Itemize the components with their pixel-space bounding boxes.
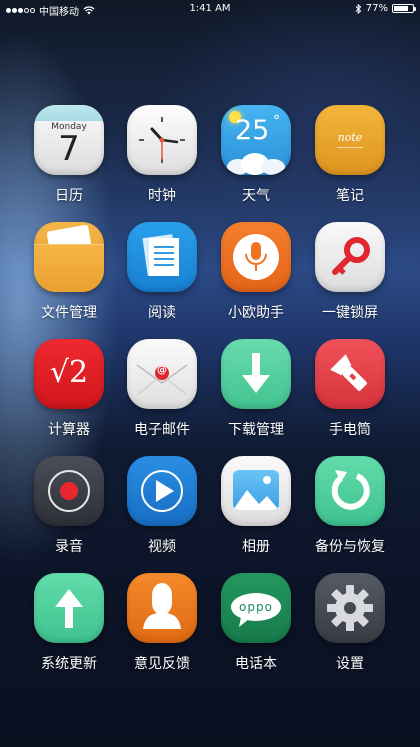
app-label: 小欧助手	[228, 305, 284, 321]
restore-icon	[315, 456, 385, 526]
play-icon	[127, 456, 197, 526]
app-calendar[interactable]: Monday 7 日历	[24, 105, 114, 205]
app-weather[interactable]: 25 ° 天气	[211, 105, 301, 205]
weather-icon: 25 °	[221, 105, 291, 175]
download-arrow-icon	[221, 339, 291, 409]
status-bar: 中国移动 1:41 AM 77%	[0, 0, 420, 18]
app-label: 计算器	[48, 422, 90, 438]
battery-icon	[392, 4, 416, 13]
app-label: 电子邮件	[134, 422, 190, 438]
dialer-brand: oppo	[239, 600, 273, 614]
weather-temperature: 25	[235, 115, 270, 146]
microphone-icon	[221, 222, 291, 292]
app-label: 意见反馈	[134, 656, 190, 672]
calendar-icon: Monday 7	[34, 105, 104, 175]
speech-bubble-icon: oppo	[221, 573, 291, 643]
update-arrow-icon	[34, 573, 104, 643]
calculator-icon: √2	[34, 339, 104, 409]
app-video[interactable]: 视频	[117, 456, 207, 556]
person-icon	[127, 573, 197, 643]
record-icon	[34, 456, 104, 526]
app-notes[interactable]: note 笔记	[305, 105, 395, 205]
app-gallery[interactable]: 相册	[211, 456, 301, 556]
app-label: 文件管理	[41, 305, 97, 321]
battery-percent: 77%	[365, 3, 388, 14]
app-download-manager[interactable]: 下载管理	[211, 339, 301, 439]
calendar-date: 7	[58, 129, 80, 169]
app-flashlight[interactable]: 手电筒	[305, 339, 395, 439]
app-feedback[interactable]: 意见反馈	[117, 573, 207, 673]
app-label: 笔记	[336, 188, 364, 204]
envelope-icon: @	[127, 339, 197, 409]
reader-icon	[127, 222, 197, 292]
gear-icon	[315, 573, 385, 643]
app-label: 一键锁屏	[322, 305, 378, 321]
folder-icon	[34, 222, 104, 292]
app-label: 日历	[55, 188, 83, 204]
app-settings[interactable]: 设置	[305, 573, 395, 673]
app-contacts[interactable]: oppo 电话本	[211, 573, 301, 673]
app-label: 视频	[148, 539, 176, 555]
notes-script: note	[337, 131, 363, 144]
app-label: 系统更新	[41, 656, 97, 672]
bluetooth-icon	[355, 3, 361, 14]
app-assistant[interactable]: 小欧助手	[211, 222, 301, 322]
app-file-manager[interactable]: 文件管理	[24, 222, 114, 322]
app-system-update[interactable]: 系统更新	[24, 573, 114, 673]
app-label: 阅读	[148, 305, 176, 321]
key-icon	[315, 222, 385, 292]
gallery-icon	[221, 456, 291, 526]
app-backup-restore[interactable]: 备份与恢复	[305, 456, 395, 556]
app-one-key-lock[interactable]: 一键锁屏	[305, 222, 395, 322]
app-reader[interactable]: 阅读	[117, 222, 207, 322]
flashlight-icon	[315, 339, 385, 409]
app-label: 设置	[336, 656, 364, 672]
notes-icon: note	[315, 105, 385, 175]
calculator-symbol: √2	[49, 355, 89, 390]
weather-degree: °	[273, 113, 280, 129]
app-calculator[interactable]: √2 计算器	[24, 339, 114, 439]
app-label: 相册	[242, 539, 270, 555]
app-clock[interactable]: 时钟	[117, 105, 207, 205]
app-label: 下载管理	[228, 422, 284, 438]
app-recorder[interactable]: 录音	[24, 456, 114, 556]
clock-icon	[127, 105, 197, 175]
app-label: 备份与恢复	[315, 539, 385, 555]
app-label: 手电筒	[329, 422, 371, 438]
app-label: 天气	[242, 188, 270, 204]
app-email[interactable]: @ 电子邮件	[117, 339, 207, 439]
battery-level-fill	[394, 6, 408, 11]
app-label: 录音	[55, 539, 83, 555]
email-at-symbol: @	[157, 365, 167, 376]
app-label: 电话本	[235, 656, 277, 672]
app-label: 时钟	[148, 188, 176, 204]
